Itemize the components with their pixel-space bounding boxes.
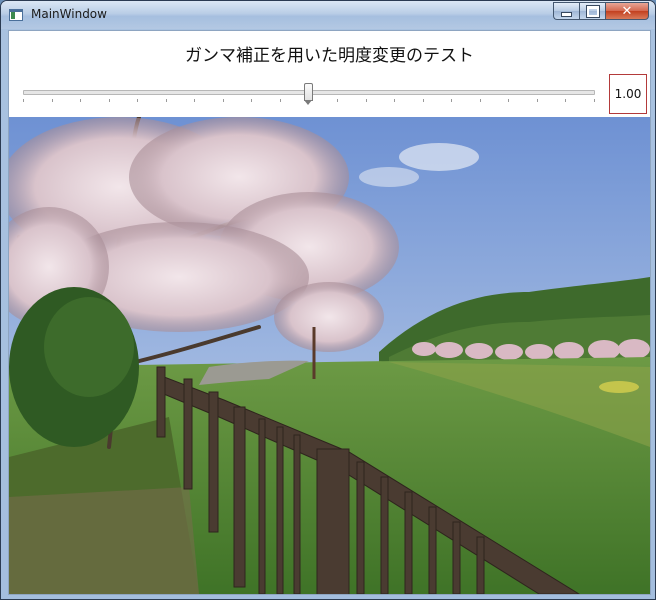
slider-tick [108,99,110,102]
app-icon[interactable] [9,9,23,21]
maximize-icon [585,4,600,18]
slider-tick [365,99,367,102]
slider-tick [165,99,167,102]
slider-tick [137,99,139,102]
slider-tick [508,99,510,102]
slider-tick [536,99,538,102]
slider-tick [80,99,82,102]
client-area: ガンマ補正を用いた明度変更のテスト 1.00 [8,30,651,595]
slider-tick [565,99,567,102]
slider-tick [51,99,53,102]
slider-tick [594,99,595,102]
slider-tick [23,99,24,102]
page-title: ガンマ補正を用いた明度変更のテスト [185,46,474,66]
caption-buttons: ✕ [553,2,649,21]
main-window: MainWindow ✕ ガンマ補正を用いた明度変更のテスト 1.00 [0,0,656,600]
minimize-button[interactable] [553,2,579,20]
slider-tick [451,99,453,102]
window-title: MainWindow [31,7,107,21]
slider-tick [194,99,196,102]
slider-tick [394,99,396,102]
gamma-slider[interactable] [23,83,595,107]
close-icon: ✕ [621,3,633,19]
maximize-button[interactable] [579,2,605,20]
close-button[interactable]: ✕ [605,2,649,20]
slider-tick [251,99,253,102]
slider-tick [279,99,281,102]
slider-tick [479,99,481,102]
minimize-icon [561,11,572,17]
title-bar[interactable]: MainWindow ✕ [1,1,655,29]
slider-tick [222,99,224,102]
slider-tick [337,99,339,102]
slider-thumb[interactable] [304,83,313,105]
slider-tick [422,99,424,102]
gamma-value-display: 1.00 [609,74,647,114]
landscape-photo [9,117,650,594]
